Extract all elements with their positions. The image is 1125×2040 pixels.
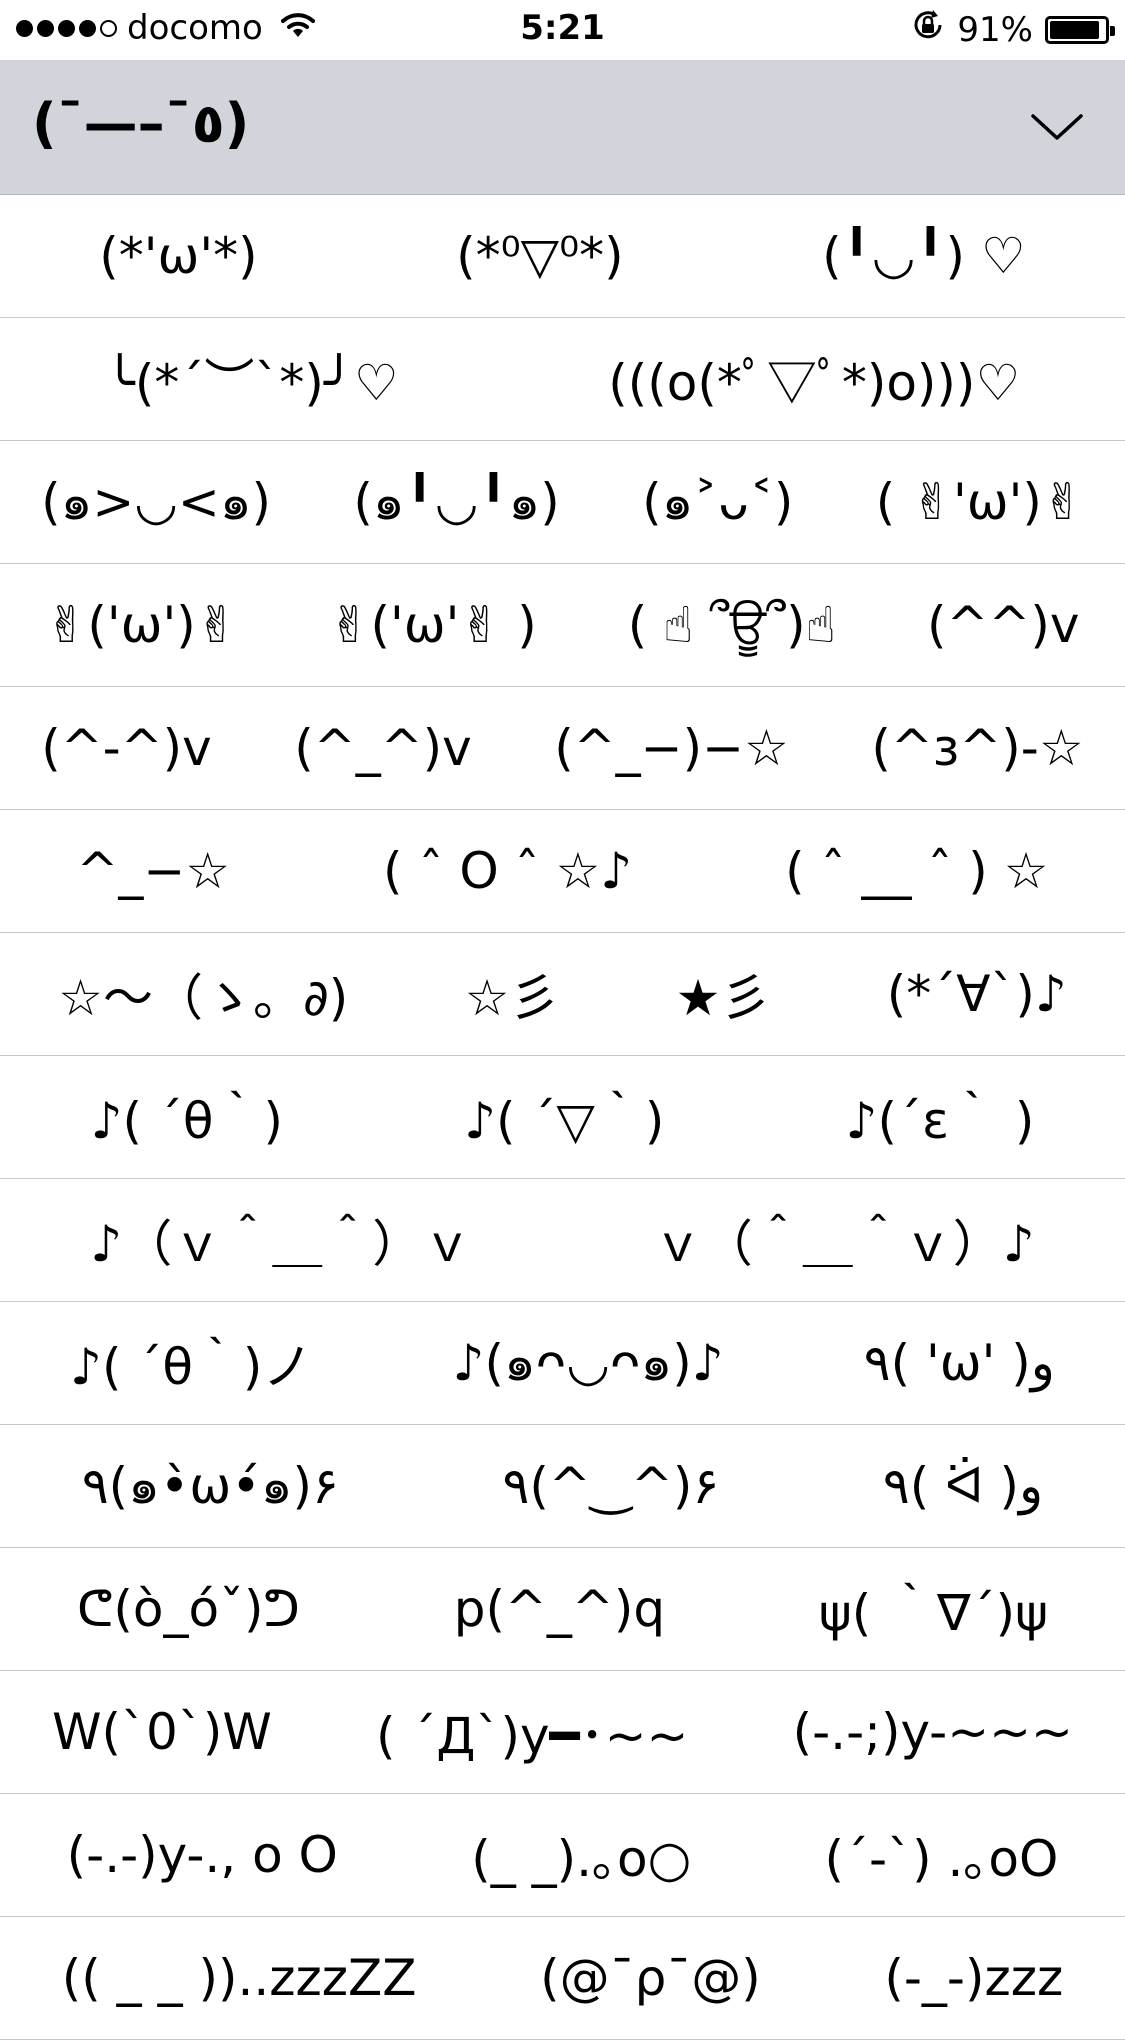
kaomoji-row: ♪( ´θ｀)ノ ♪(๑ᴖ◡ᴖ๑)♪ ٩( 'ω' )و xyxy=(0,1302,1125,1425)
kaomoji-item[interactable]: ✌︎('ω')✌︎ xyxy=(37,596,245,654)
rotation-lock-icon xyxy=(911,8,945,51)
chevron-down-icon[interactable] xyxy=(1027,98,1087,158)
kaomoji-item[interactable]: ٩(^‿^)۶ xyxy=(495,1457,728,1515)
battery-percent: 91% xyxy=(957,9,1033,50)
kaomoji-item[interactable]: ( ✌︎'ω')✌︎ xyxy=(868,473,1092,531)
kaomoji-item[interactable]: ♪( ´θ｀) xyxy=(83,1081,291,1153)
status-right: 91% xyxy=(911,8,1115,51)
kaomoji-item[interactable]: (-_-)zzz xyxy=(876,1949,1071,2007)
kaomoji-row: (-.-)y-., o O (_ _).｡o○ (´-`) .｡oO xyxy=(0,1794,1125,1917)
kaomoji-item[interactable]: (*'ω'*) xyxy=(91,227,265,285)
kaomoji-item[interactable]: ٩( 'ω' )و xyxy=(856,1334,1063,1392)
kaomoji-item[interactable]: (╹◡╹) ♡ xyxy=(814,227,1034,285)
kaomoji-item[interactable]: (^_−)−☆ xyxy=(546,719,797,777)
kaomoji-row: ᕦ(ò_óˇ)ᕤ p(^_^)q ψ( ｀∇´)ψ xyxy=(0,1548,1125,1671)
kaomoji-row: ✌︎('ω')✌︎ ✌︎('ω'✌︎ ) ( ☝︎ ՞ਊ՞)☝︎ (^^)v xyxy=(0,564,1125,687)
kaomoji-row: W(`0`)W ( ´Д`)y━･~~ (-.-;)y-~~~ xyxy=(0,1671,1125,1794)
kaomoji-item[interactable]: p(^_^)q xyxy=(446,1580,673,1638)
category-header[interactable]: (¯—–¯٥) xyxy=(0,60,1125,195)
kaomoji-item[interactable]: (^_^)v xyxy=(286,719,479,777)
kaomoji-item[interactable]: ♪(๑ᴖ◡ᴖ๑)♪ xyxy=(445,1324,732,1403)
kaomoji-item[interactable]: (^-^)v xyxy=(33,719,219,777)
kaomoji-item[interactable]: (^з^)-☆ xyxy=(863,719,1091,777)
kaomoji-item[interactable]: (๑>◡<๑) xyxy=(33,463,279,542)
kaomoji-item[interactable]: (*´∀`)♪ xyxy=(879,965,1075,1023)
kaomoji-item[interactable]: ٩(๑•̀ω•́๑)۶ xyxy=(74,1447,347,1526)
kaomoji-item[interactable]: ☆彡 xyxy=(457,958,568,1030)
kaomoji-item[interactable]: (´-`) .｡oO xyxy=(817,1819,1067,1891)
kaomoji-row: ^_−☆ ( ˆ O ˆ ☆♪ ( ˆ __ ˆ ) ☆ xyxy=(0,810,1125,933)
kaomoji-item[interactable]: (_ _).｡o○ xyxy=(463,1819,699,1891)
kaomoji-item[interactable]: ( ˆ O ˆ ☆♪ xyxy=(375,842,640,900)
kaomoji-item[interactable]: W(`0`)W xyxy=(44,1703,280,1761)
kaomoji-row: ٩(๑•̀ω•́๑)۶ ٩(^‿^)۶ ٩( ᐛ )و xyxy=(0,1425,1125,1548)
kaomoji-row: ♪（ｖ＾＿＾）ｖ ｖ（＾＿＾ｖ）♪ xyxy=(0,1179,1125,1302)
kaomoji-row: ☆〜（ゝ。∂) ☆彡 ★彡 (*´∀`)♪ xyxy=(0,933,1125,1056)
category-title: (¯—–¯٥) xyxy=(32,92,250,155)
kaomoji-item[interactable]: (-.-)y-., o O xyxy=(59,1826,346,1884)
kaomoji-item[interactable]: ✌︎('ω'✌︎ ) xyxy=(321,596,545,654)
kaomoji-item[interactable]: (( _ _ ))..zzzZZ xyxy=(54,1949,425,2007)
kaomoji-row: (( _ _ ))..zzzZZ (@¯ρ¯@) (-_-)zzz xyxy=(0,1917,1125,2040)
kaomoji-item[interactable]: ψ( ｀∇´)ψ xyxy=(811,1573,1056,1645)
kaomoji-item[interactable]: ( ´Д`)y━･~~ xyxy=(368,1696,696,1768)
kaomoji-item[interactable]: ᕦ(ò_óˇ)ᕤ xyxy=(69,1580,308,1638)
kaomoji-item[interactable]: ♪(´ε｀ ) xyxy=(838,1081,1043,1153)
kaomoji-item[interactable]: ( ˆ __ ˆ ) ☆ xyxy=(777,842,1056,900)
battery-cap xyxy=(1110,25,1115,36)
status-bar: docomo 5:21 91% xyxy=(0,0,1125,60)
kaomoji-item[interactable]: ^_−☆ xyxy=(68,842,238,900)
kaomoji-item[interactable]: ☆〜（ゝ。∂) xyxy=(50,958,356,1030)
kaomoji-row: (*'ω'*) (*⁰▽⁰*) (╹◡╹) ♡ xyxy=(0,195,1125,318)
kaomoji-row: (^-^)v (^_^)v (^_−)−☆ (^з^)-☆ xyxy=(0,687,1125,810)
kaomoji-row: (๑>◡<๑) (๑╹◡╹๑) (๑˃ᴗ˂) ( ✌︎'ω')✌︎ xyxy=(0,441,1125,564)
kaomoji-row: ╰(*´︶`*)╯♡ (((o(*ﾟ▽ﾟ*)o)))♡ xyxy=(0,318,1125,441)
kaomoji-item[interactable]: (๑╹◡╹๑) xyxy=(345,463,567,542)
kaomoji-item[interactable]: (*⁰▽⁰*) xyxy=(448,227,632,285)
battery-fill xyxy=(1050,20,1100,39)
kaomoji-item[interactable]: (๑˃ᴗ˂) xyxy=(634,463,801,542)
battery-icon xyxy=(1045,15,1115,44)
kaomoji-item[interactable]: (@¯ρ¯@) xyxy=(532,1949,769,2007)
kaomoji-item[interactable]: ( ☝︎ ՞ਊ՞)☝︎ xyxy=(620,596,844,655)
kaomoji-item[interactable]: ٩( ᐛ )و xyxy=(875,1457,1051,1515)
kaomoji-item[interactable]: ╰(*´︶`*)╯♡ xyxy=(97,343,407,415)
kaomoji-item[interactable]: (((o(*ﾟ▽ﾟ*)o)))♡ xyxy=(600,343,1028,415)
kaomoji-list: (*'ω'*) (*⁰▽⁰*) (╹◡╹) ♡ ╰(*´︶`*)╯♡ (((o(*ﾟ▽ﾟ… xyxy=(0,195,1125,2040)
kaomoji-item[interactable]: (-.-;)y-~~~ xyxy=(785,1703,1081,1761)
kaomoji-item[interactable]: ♪( ´▽｀) xyxy=(456,1081,672,1153)
kaomoji-item[interactable]: ★彡 xyxy=(668,958,779,1030)
kaomoji-item[interactable]: ｖ（＾＿＾ｖ）♪ xyxy=(645,1204,1043,1276)
kaomoji-item[interactable]: ♪（ｖ＾＿＾）ｖ xyxy=(82,1204,480,1276)
kaomoji-item[interactable]: ♪( ´θ｀)ノ xyxy=(62,1327,320,1399)
kaomoji-item[interactable]: (^^)v xyxy=(919,596,1087,654)
kaomoji-row: ♪( ´θ｀) ♪( ´▽｀) ♪(´ε｀ ) xyxy=(0,1056,1125,1179)
